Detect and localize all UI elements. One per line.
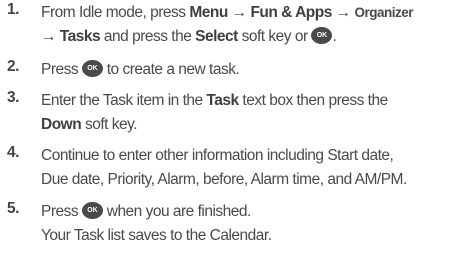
- step-number: 4.: [7, 144, 19, 161]
- step-1-text: soft key or: [237, 28, 312, 45]
- step-5-text: Your Task list saves to the Calendar.: [41, 227, 272, 244]
- step-1-period: .: [332, 28, 337, 45]
- menu-path: Menu → Fun & Apps →: [189, 4, 355, 21]
- step-4-line-2: Due date, Priority, Alarm, before, Alarm…: [41, 168, 407, 192]
- step-1-text: From Idle mode, press: [41, 4, 190, 21]
- step-2-text: Press: [41, 61, 82, 78]
- step-4-line-1: Continue to enter other information incl…: [41, 144, 394, 168]
- step-4-text: Continue to enter other information incl…: [41, 147, 394, 164]
- step-3-text: Enter the Task item in the: [41, 92, 207, 109]
- ok-key-icon: OK: [311, 27, 333, 45]
- step-4-text: Due date, Priority, Alarm, before, Alarm…: [41, 171, 407, 188]
- step-2-text: to create a new task.: [102, 61, 240, 78]
- step-3-text: text box then press the: [238, 92, 388, 109]
- step-5-text: when you are finished.: [102, 203, 252, 220]
- step-number: 3.: [7, 89, 19, 106]
- ok-key-icon: OK: [81, 60, 103, 78]
- step-3-line-2: Down soft key.: [41, 113, 138, 137]
- task-field-label: Task: [206, 92, 239, 109]
- step-2-line-1: Press OK to create a new task.: [41, 58, 240, 82]
- step-number: 5.: [7, 200, 19, 217]
- instruction-page: 1. From Idle mode, press Menu → Fun & Ap…: [0, 0, 468, 258]
- step-5-text: Press: [41, 203, 82, 220]
- organizer-label: Organizer: [354, 5, 413, 20]
- ok-key-icon: OK: [81, 202, 103, 220]
- step-5-line-1: Press OK when you are finished.: [41, 200, 251, 224]
- tasks-label: → Tasks: [41, 28, 101, 45]
- down-key-label: Down: [41, 116, 82, 133]
- select-key-label: Select: [195, 28, 238, 45]
- step-number: 1.: [7, 1, 19, 18]
- step-3-text: soft key.: [81, 116, 138, 133]
- step-5-line-2: Your Task list saves to the Calendar.: [41, 224, 272, 248]
- step-1-text: and press the: [100, 28, 196, 45]
- step-number: 2.: [7, 58, 19, 75]
- step-3-line-1: Enter the Task item in the Task text box…: [41, 89, 388, 113]
- step-1-line-1: From Idle mode, press Menu → Fun & Apps …: [41, 1, 413, 25]
- step-1-line-2: → Tasks and press the Select soft key or…: [41, 25, 337, 49]
